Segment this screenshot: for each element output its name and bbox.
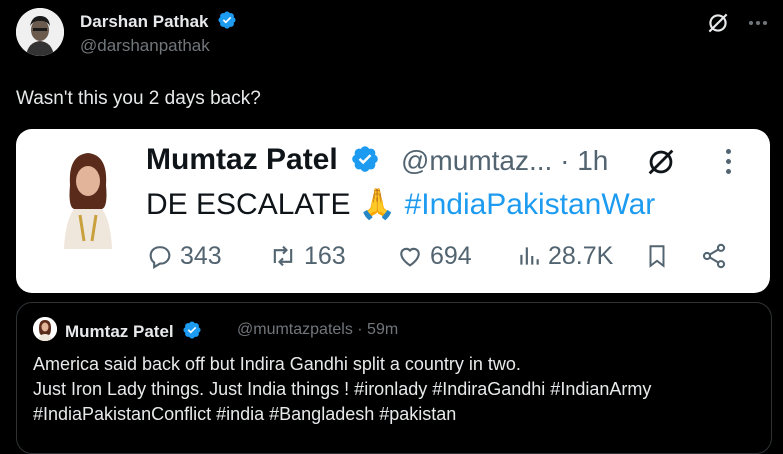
reply-icon <box>149 246 171 269</box>
quote-avatar[interactable] <box>33 317 57 341</box>
screenshot-avatar <box>48 145 128 249</box>
views-action: 28.7K <box>516 242 644 271</box>
author-handle[interactable]: @darshanpathak <box>80 36 210 56</box>
folded-hands-emoji: 🙏 <box>358 188 397 221</box>
like-icon <box>400 247 420 267</box>
screenshot-actions: 343 163 694 28.7K <box>146 241 728 271</box>
quote-line: America said back off but Indira Gandhi … <box>33 354 521 374</box>
repost-count: 163 <box>304 241 346 270</box>
bookmark-action <box>644 241 700 271</box>
share-action <box>700 242 728 270</box>
reply-action: 343 <box>146 242 268 271</box>
more-icon <box>726 149 731 174</box>
screenshot-text-main: DE ESCALATE <box>146 188 351 221</box>
tweet-text: Wasn't this you 2 days back? <box>16 88 261 109</box>
grok-icon[interactable] <box>705 10 731 36</box>
reply-count: 343 <box>180 241 222 270</box>
author-name[interactable]: Darshan Pathak <box>80 10 237 32</box>
grok-icon <box>648 149 674 175</box>
screenshot-card: Mumtaz Patel @mumtaz... · 1h DE ESCALATE… <box>16 129 770 293</box>
screenshot-handle: @mumtaz... · 1h <box>401 145 609 176</box>
quote-line: #IndiaPakistanConflict #india #Banglades… <box>33 404 457 424</box>
bookmark-icon <box>649 245 665 268</box>
view-count: 28.7K <box>548 241 614 270</box>
repost-icon <box>273 245 293 267</box>
quote-name-text[interactable]: Mumtaz Patel <box>65 322 174 341</box>
repost-action: 163 <box>268 242 396 271</box>
quoted-tweet[interactable]: Mumtaz Patel @mumtazpatels · 59m America… <box>16 302 772 454</box>
quote-text: America said back off but Indira Gandhi … <box>33 352 763 427</box>
views-icon <box>520 247 539 265</box>
author-name-text[interactable]: Darshan Pathak <box>80 12 209 31</box>
like-count: 694 <box>430 241 472 270</box>
quote-name[interactable]: Mumtaz Patel <box>65 320 202 342</box>
screenshot-name: Mumtaz Patel <box>146 143 380 177</box>
like-action: 694 <box>396 242 516 271</box>
share-icon <box>702 243 726 269</box>
quote-handle[interactable]: @mumtazpatels · 59m <box>237 321 398 339</box>
screenshot-name-text: Mumtaz Patel <box>146 143 338 176</box>
verified-badge-icon <box>352 146 378 172</box>
verified-badge-icon <box>218 11 236 29</box>
author-avatar[interactable] <box>16 8 64 56</box>
quote-line: Just Iron Lady things. Just India things… <box>33 379 652 399</box>
verified-badge-icon <box>183 321 201 339</box>
screenshot-text: DE ESCALATE 🙏 #IndiaPakistanWar <box>146 187 655 222</box>
more-icon[interactable] <box>749 21 767 25</box>
top-actions <box>705 10 767 36</box>
screenshot-hashtag: #IndiaPakistanWar <box>404 188 656 221</box>
